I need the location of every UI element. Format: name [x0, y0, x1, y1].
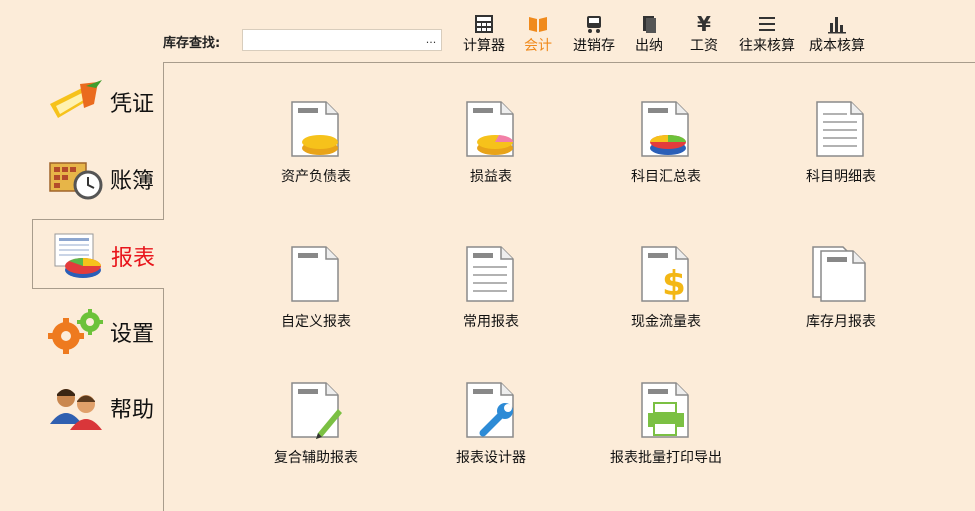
- report-custom[interactable]: 自定义报表: [241, 245, 391, 331]
- inventory-search-input[interactable]: [243, 31, 427, 51]
- report-balance-sheet-label: 资产负债表: [281, 169, 351, 185]
- report-batch-print[interactable]: 报表批量打印导出: [591, 381, 741, 467]
- report-pie-icon: [54, 233, 101, 278]
- tool-calculator-label: 计算器: [463, 38, 505, 54]
- report-income-statement[interactable]: 损益表: [416, 100, 566, 186]
- bar-chart-icon: [828, 17, 846, 34]
- cart-icon: [587, 16, 601, 33]
- tool-current-accounts[interactable]: 往来核算: [735, 14, 799, 55]
- inventory-monthly-icon: [812, 246, 866, 302]
- report-designer-label: 报表设计器: [456, 450, 526, 466]
- nav-help[interactable]: 帮助: [32, 372, 164, 442]
- report-cash-flow[interactable]: $ 现金流量表: [591, 245, 741, 331]
- nav-reports[interactable]: 报表: [32, 219, 164, 289]
- nav-voucher-label: 凭证: [110, 92, 155, 117]
- book-icon: [529, 17, 547, 32]
- tool-salary[interactable]: ¥ 工资: [688, 14, 720, 55]
- cashier-icon: [643, 16, 656, 33]
- cash-flow-icon: $: [641, 246, 689, 303]
- tool-cost-accounting[interactable]: 成本核算: [805, 14, 869, 55]
- tool-inventory-label: 进销存: [573, 38, 615, 54]
- nav-settings[interactable]: 设置: [32, 296, 164, 366]
- tool-cost-accounting-label: 成本核算: [809, 38, 865, 54]
- common-report-icon: [466, 246, 514, 302]
- calculator-icon: [475, 15, 493, 33]
- account-summary-icon: [641, 101, 689, 157]
- tool-inventory[interactable]: 进销存: [570, 14, 618, 55]
- report-inventory-monthly[interactable]: 库存月报表: [766, 245, 916, 331]
- report-designer-icon: [466, 382, 514, 438]
- tool-calculator[interactable]: 计算器: [460, 14, 508, 55]
- report-batch-print-label: 报表批量打印导出: [610, 450, 722, 466]
- income-statement-icon: [466, 101, 514, 157]
- search-browse-button[interactable]: ...: [423, 30, 439, 50]
- tool-cashier-label: 出纳: [635, 38, 663, 54]
- report-custom-label: 自定义报表: [281, 314, 351, 330]
- balance-sheet-icon: [291, 101, 339, 157]
- report-compound-label: 复合辅助报表: [274, 450, 358, 466]
- yen-icon: ¥: [697, 14, 711, 34]
- report-account-summary[interactable]: 科目汇总表: [591, 100, 741, 186]
- gears-icon: [48, 309, 103, 354]
- inventory-search-label: 库存查找:: [163, 36, 221, 51]
- report-common[interactable]: 常用报表: [416, 245, 566, 331]
- tool-accounting-label: 会计: [524, 38, 552, 54]
- report-account-summary-label: 科目汇总表: [631, 169, 701, 185]
- report-cash-flow-label: 现金流量表: [631, 314, 701, 330]
- tool-current-accounts-label: 往来核算: [739, 38, 795, 54]
- custom-report-icon: [291, 246, 339, 302]
- nav-settings-label: 设置: [110, 322, 155, 347]
- report-compound[interactable]: 复合辅助报表: [241, 381, 391, 467]
- users-help-icon: [50, 389, 102, 430]
- svg-text:¥: ¥: [697, 14, 711, 34]
- nav-help-label: 帮助: [110, 398, 155, 423]
- report-common-label: 常用报表: [463, 314, 519, 330]
- nav-ledger-label: 账簿: [110, 169, 155, 194]
- list-icon: [759, 17, 775, 31]
- svg-text:$: $: [662, 264, 686, 303]
- report-account-detail[interactable]: 科目明细表: [766, 100, 916, 186]
- tool-salary-label: 工资: [690, 38, 718, 54]
- compound-report-icon: [291, 382, 342, 439]
- report-designer[interactable]: 报表设计器: [416, 381, 566, 467]
- top-toolbar: 库存查找: ... 计算器 会计 进销存 出纳 ¥ 工资 往来核算 成本核算: [0, 0, 975, 62]
- nav-reports-label: 报表: [111, 246, 156, 271]
- ledger-clock-icon: [49, 162, 103, 200]
- batch-print-icon: [641, 382, 689, 438]
- tool-cashier[interactable]: 出纳: [632, 14, 666, 55]
- report-income-statement-label: 损益表: [470, 169, 512, 185]
- report-inventory-monthly-label: 库存月报表: [806, 314, 876, 330]
- voucher-icon: [50, 80, 102, 118]
- nav-ledger[interactable]: 账簿: [32, 143, 164, 213]
- account-detail-icon: [816, 101, 864, 157]
- report-balance-sheet[interactable]: 资产负债表: [241, 100, 391, 186]
- tool-accounting[interactable]: 会计: [520, 14, 556, 55]
- inventory-search-box: ...: [242, 29, 442, 51]
- nav-voucher[interactable]: 凭证: [32, 66, 164, 136]
- report-account-detail-label: 科目明细表: [806, 169, 876, 185]
